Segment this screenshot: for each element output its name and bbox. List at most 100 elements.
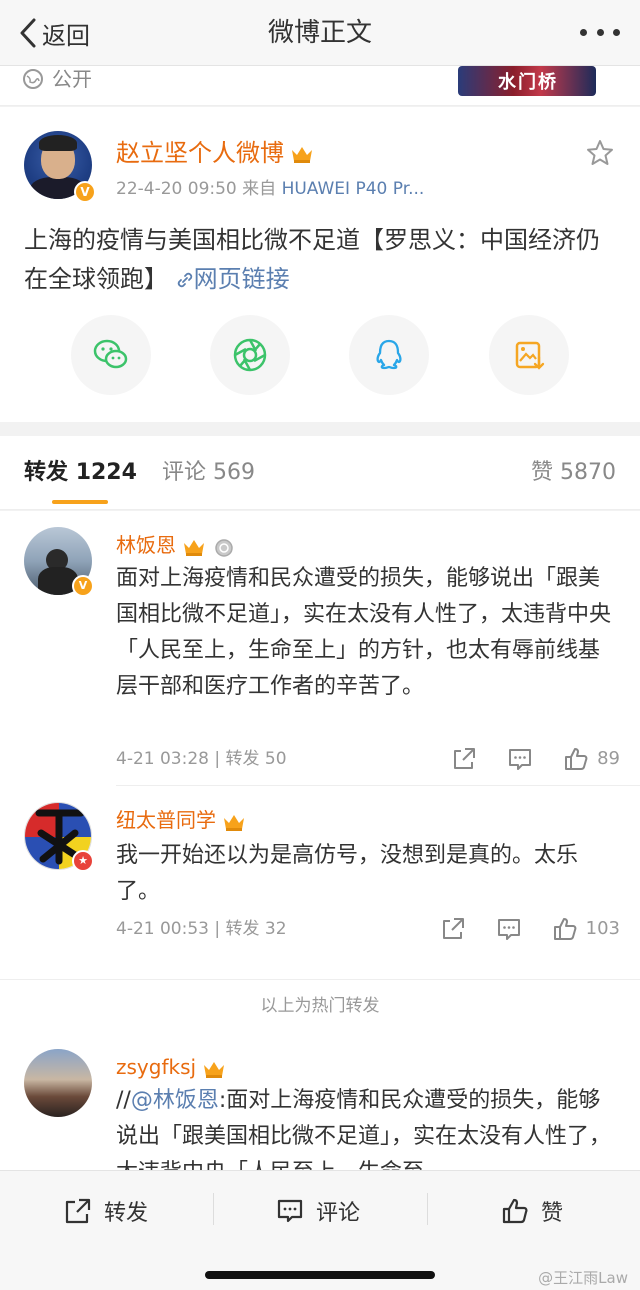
globe-icon: [23, 69, 43, 89]
tab-reposts[interactable]: 转发 1224: [24, 458, 137, 488]
verified-badge-icon: V: [74, 181, 96, 203]
source-prefix: 来自: [242, 179, 277, 199]
share-moments-button[interactable]: [210, 315, 290, 395]
qq-icon: [376, 339, 402, 370]
post-time: 22-4-20 09:50: [116, 179, 237, 199]
list-item: V 林饭恩 面对上海疫情和民众遭受的损失，能够说出「跟美国相比微不足道」，实在太…: [0, 511, 640, 786]
tab-likes[interactable]: 赞 5870: [531, 458, 616, 488]
moments-icon: [233, 338, 267, 372]
repost-list: V 林饭恩 面对上海疫情和民众遭受的损失，能够说出「跟美国相比微不足道」，实在太…: [0, 511, 640, 1170]
share-button[interactable]: [440, 916, 466, 942]
like-count: 89: [597, 748, 620, 769]
back-label: 返回: [42, 21, 90, 50]
tab-reposts-label: 转发: [24, 460, 69, 485]
watermark: @王江雨Law: [538, 1269, 628, 1287]
author-name[interactable]: 赵立坚个人微博: [116, 137, 314, 169]
vip-crown-icon: [204, 1061, 225, 1078]
post-body: 上海的疫情与美国相比微不足道【罗思义：中国经济仍在全球领跑】: [24, 226, 600, 293]
more-options-button[interactable]: [580, 22, 620, 42]
repost-user-name: zsygfksj: [116, 1055, 197, 1079]
wechat-icon: [93, 339, 128, 369]
visibility-row: 公开 水门桥: [0, 66, 640, 106]
repost-text: //@林饭恩:面对上海疫情和民众遭受的损失，能够说出「跟美国相比微不足道」，实在…: [116, 1083, 620, 1170]
verified-badge-icon: V: [72, 575, 94, 597]
vip-crown-icon: [224, 814, 244, 831]
home-indicator[interactable]: [205, 1271, 435, 1279]
list-item: ★ 纽太普同学 我一开始还以为是高仿号，没想到是真的。太乐了。 4-21 00:…: [0, 786, 640, 979]
favorite-star-icon[interactable]: [586, 139, 614, 167]
avatar-hair: [39, 135, 77, 151]
tab-comments-count: 569: [213, 460, 256, 485]
comment-icon: [497, 919, 520, 940]
repost-actions: 103: [410, 914, 620, 944]
star-badge-icon: ★: [72, 850, 94, 872]
post-meta: 22-4-20 09:50 来自 HUAWEI P40 Pr...: [116, 177, 424, 201]
like-count: 103: [585, 918, 620, 939]
dot: [580, 28, 587, 36]
share-wechat-button[interactable]: [71, 315, 151, 395]
list-item: zsygfksj //@林饭恩:面对上海疫情和民众遭受的损失，能够说出「跟美国相…: [0, 1041, 640, 1170]
repost-user-name: 纽太普同学: [116, 808, 216, 832]
author-name-text: 赵立坚个人微博: [116, 139, 284, 167]
repost-user[interactable]: 纽太普同学: [116, 806, 246, 834]
mention-link[interactable]: @林饭恩: [131, 1088, 219, 1113]
repost-prefix: //: [116, 1088, 131, 1113]
repost-footer: 4-21 00:53 | 转发 32 103: [116, 914, 620, 944]
interaction-tabs: 转发 1224 评论 569 赞 5870: [0, 436, 640, 510]
visibility-label: 公开: [52, 67, 92, 91]
avatar[interactable]: [24, 1049, 92, 1117]
share-icon: [442, 918, 464, 939]
repost-meta: 4-21 03:28 | 转发 50: [116, 749, 287, 769]
tab-likes-label: 赞: [530, 460, 553, 485]
original-post: V 赵立坚个人微博 22-4-20 09:50 来自 HUAWEI P40 Pr…: [0, 107, 640, 422]
bottom-like-label: 赞: [541, 1201, 564, 1226]
repost-meta: 4-21 00:53 | 转发 32: [116, 919, 287, 939]
repost-user[interactable]: zsygfksj: [116, 1053, 226, 1081]
tab-reposts-count: 1224: [75, 460, 137, 485]
tab-comments[interactable]: 评论 569: [162, 458, 255, 488]
comment-button[interactable]: [496, 916, 522, 942]
repost-actions: 89: [421, 744, 620, 774]
page-title: 微博正文: [267, 18, 372, 48]
back-button[interactable]: 返回: [18, 14, 90, 52]
bottom-repost-button[interactable]: 转发: [64, 1191, 148, 1231]
vip-crown-icon: [292, 147, 312, 163]
bottom-repost-label: 转发: [104, 1201, 149, 1226]
share-icon: [454, 748, 476, 769]
bottom-comment-button[interactable]: 评论: [276, 1191, 360, 1231]
bottom-comment-label: 评论: [316, 1201, 361, 1226]
bottom-like-button[interactable]: 赞: [501, 1191, 563, 1231]
web-link[interactable]: 网页链接: [176, 265, 290, 293]
repost-text: 我一开始还以为是高仿号，没想到是真的。太乐了。: [116, 843, 579, 904]
medal-icon: [215, 538, 233, 557]
repost-footer: 4-21 03:28 | 转发 50 89: [116, 744, 620, 774]
repost-text: 面对上海疫情和民众遭受的损失，能够说出「跟美国相比微不足道」，实在太没有人性了，…: [116, 566, 612, 699]
dot: [596, 28, 604, 36]
tab-comments-label: 评论: [162, 460, 207, 485]
tab-likes-count: 5870: [560, 460, 616, 485]
link-thumbnail[interactable]: 水门桥: [458, 66, 596, 96]
like-button[interactable]: 89: [563, 744, 620, 774]
nav-bar: 返回 微博正文: [0, 0, 640, 66]
post-text: 上海的疫情与美国相比微不足道【罗思义：中国经济仍在全球领跑】 网页链接: [24, 221, 620, 299]
like-button[interactable]: 103: [552, 914, 620, 944]
post-source[interactable]: HUAWEI P40 Pr...: [282, 179, 425, 199]
comment-button[interactable]: [507, 746, 533, 772]
share-button[interactable]: [451, 746, 477, 772]
repost-user[interactable]: 林饭恩: [116, 531, 236, 559]
link-icon: [177, 272, 192, 288]
hot-reposts-label: 以上为热门转发: [260, 996, 380, 1016]
thumbs-up-icon: [502, 1198, 528, 1224]
thumbs-up-icon: [553, 918, 577, 940]
share-row: [0, 315, 640, 395]
chevron-left-icon: [20, 18, 36, 48]
thumbnail-text: 水门桥: [498, 72, 558, 93]
dot: [613, 28, 620, 36]
divider: [213, 1193, 214, 1225]
repost-user-name: 林饭恩: [116, 533, 176, 557]
comment-icon: [509, 749, 532, 770]
share-qq-button[interactable]: [349, 315, 429, 395]
save-image-button[interactable]: [489, 315, 569, 395]
repost-icon: [65, 1198, 91, 1224]
thumbs-up-icon: [565, 748, 588, 770]
